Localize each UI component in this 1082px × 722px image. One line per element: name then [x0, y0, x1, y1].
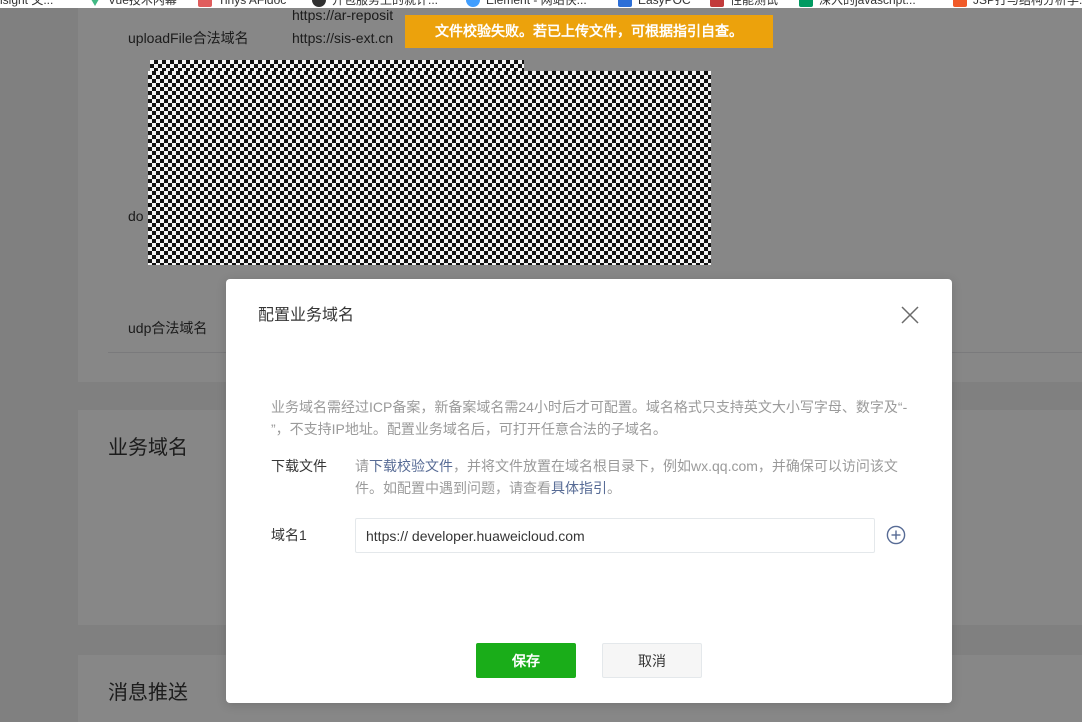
guide-link[interactable]: 具体指引	[551, 480, 607, 496]
error-toast: 文件校验失败。若已上传文件，可根据指引自查。	[405, 15, 773, 48]
bookmark-item[interactable]: 开包服务上的就计...	[312, 0, 438, 8]
bookmark-label: 深入的javascript...	[819, 0, 916, 7]
domain-1-label: 域名1	[271, 527, 307, 543]
transparent-image-placeholder	[148, 71, 711, 265]
tinys-favicon-icon	[198, 0, 212, 7]
bookmark-label: Tinys AFidoc	[218, 0, 287, 7]
bookmark-label: Element - 网站快...	[486, 0, 587, 7]
segmentfault-favicon-icon	[799, 0, 813, 7]
bookmark-item[interactable]: 深入的javascript...	[799, 0, 916, 8]
bookmark-label: 性能测试	[730, 0, 779, 7]
instruction-text: 。	[607, 480, 621, 496]
bookmark-label: isight 文...	[0, 0, 54, 7]
bookmark-item[interactable]: 性能测试	[710, 0, 778, 8]
close-icon[interactable]	[900, 305, 920, 325]
performance-test-favicon-icon	[710, 0, 724, 7]
bookmark-item[interactable]: Vue技术内幕	[88, 0, 177, 8]
configure-business-domain-dialog: 配置业务域名 业务域名需经过ICP备案，新备案域名需24小时后才可配置。域名格式…	[226, 279, 952, 703]
download-verification-file-link[interactable]: 下载校验文件	[369, 458, 453, 474]
save-button[interactable]: 保存	[476, 643, 576, 678]
dialog-description: 业务域名需经过ICP备案，新备案域名需24小时后才可配置。域名格式只支持英文大小…	[271, 399, 908, 437]
bookmark-item[interactable]: isight 文...	[0, 0, 53, 8]
bookmark-item[interactable]: JSP打与结构分析学...	[953, 0, 1082, 8]
app-root: uploadFile合法域名 https://ar-reposit https:…	[0, 0, 1082, 722]
bookmark-label: EasyPOC	[638, 0, 691, 7]
cancel-button[interactable]: 取消	[602, 643, 702, 678]
easypoc-favicon-icon	[618, 0, 632, 7]
bookmarks-bar: isight 文... Vue技术内幕 Tinys AFidoc 开包服务上的就…	[0, 0, 1082, 8]
download-file-instructions: 请下载校验文件，并将文件放置在域名根目录下，例如wx.qq.com，并确保可以访…	[355, 455, 907, 499]
bookmark-label: 开包服务上的就计...	[332, 0, 439, 7]
download-file-label: 下载文件	[271, 458, 327, 474]
element-logo-icon	[466, 0, 480, 7]
site-favicon-icon	[953, 0, 967, 7]
bookmark-label: JSP打与结构分析学...	[973, 0, 1082, 7]
vue-logo-icon	[91, 0, 99, 6]
site-favicon-icon	[312, 0, 326, 7]
domain-1-input[interactable]	[355, 518, 875, 553]
dialog-title: 配置业务域名	[258, 307, 355, 324]
bookmark-label: Vue技术内幕	[108, 0, 177, 7]
instruction-text: 请	[355, 458, 369, 474]
bookmark-item[interactable]: Tinys AFidoc	[198, 0, 286, 8]
bookmark-item[interactable]: Element - 网站快...	[466, 0, 587, 8]
toast-message: 文件校验失败。若已上传文件，可根据指引自查。	[435, 23, 743, 39]
bookmark-item[interactable]: EasyPOC	[618, 0, 691, 8]
plus-circle-icon[interactable]	[886, 525, 906, 545]
